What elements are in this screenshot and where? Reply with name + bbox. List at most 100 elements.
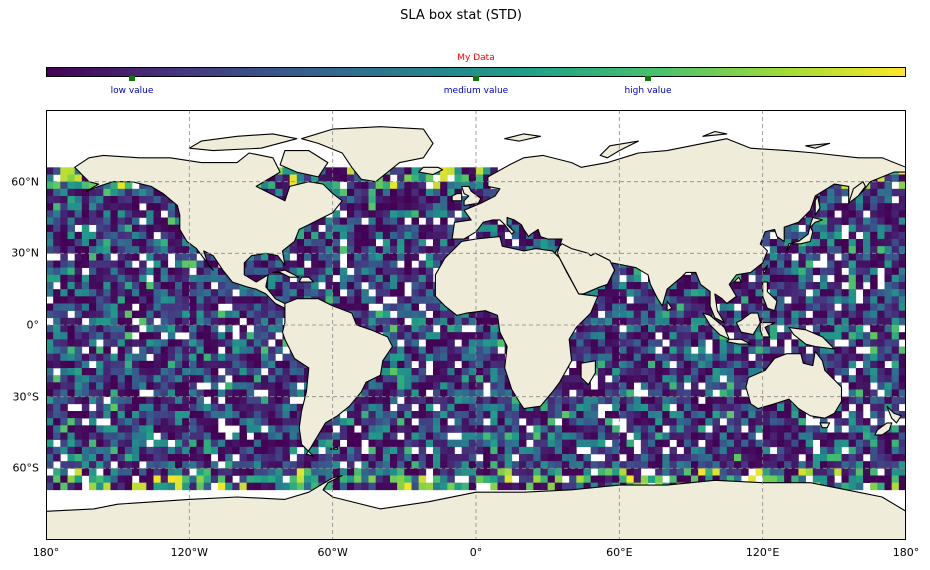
data-cell: [597, 446, 606, 455]
data-cell: [110, 282, 118, 290]
data-cell: [160, 282, 169, 290]
data-cell: [877, 310, 885, 319]
data-cell: [167, 461, 176, 469]
data-cell: [633, 310, 642, 319]
data-cell: [798, 461, 806, 469]
data-cell: [798, 317, 806, 326]
data-cell: [841, 210, 849, 218]
data-cell: [511, 446, 520, 455]
data-cell: [74, 468, 83, 476]
data-cell: [289, 403, 298, 412]
data-cell: [683, 346, 692, 354]
data-cell: [619, 267, 627, 276]
data-cell: [354, 253, 362, 261]
data-cell: [712, 446, 720, 455]
data-cell: [834, 231, 842, 240]
data-cell: [311, 246, 319, 254]
data-cell: [110, 339, 118, 347]
data-cell: [468, 346, 477, 354]
data-cell: [705, 360, 713, 369]
data-cell: [468, 368, 477, 376]
data-cell: [662, 332, 670, 340]
data-cell: [569, 432, 577, 440]
data-cell: [626, 310, 634, 319]
data-cell: [203, 289, 212, 297]
data-cell: [167, 403, 176, 412]
data-cell: [175, 353, 183, 362]
data-cell: [827, 468, 835, 476]
data-cell: [547, 418, 556, 426]
data-cell: [433, 368, 441, 376]
data-cell: [662, 382, 670, 390]
data-cell: [848, 224, 857, 233]
data-cell: [347, 217, 355, 225]
data-cell: [569, 375, 577, 383]
data-cell: [633, 461, 642, 469]
data-cell: [53, 310, 61, 319]
data-cell: [96, 454, 104, 462]
data-cell: [418, 203, 427, 211]
data-cell: [253, 432, 262, 440]
data-cell: [74, 360, 83, 369]
data-cell: [640, 346, 649, 354]
data-cell: [175, 411, 183, 419]
data-cell: [304, 253, 312, 261]
data-cell: [103, 282, 111, 290]
data-cell: [124, 368, 133, 376]
data-cell: [368, 482, 376, 491]
data-cell: [382, 375, 391, 383]
data-cell: [633, 282, 642, 290]
data-cell: [210, 289, 219, 297]
data-cell: [81, 253, 90, 261]
data-cell: [103, 454, 111, 462]
data-cell: [834, 368, 842, 376]
data-cell: [820, 231, 828, 240]
data-cell: [440, 454, 448, 462]
data-cell: [648, 396, 656, 405]
data-cell: [841, 317, 849, 326]
data-cell: [175, 274, 183, 283]
data-cell: [841, 368, 849, 376]
data-cell: [289, 482, 298, 491]
data-cell: [440, 174, 448, 182]
data-cell: [855, 461, 864, 469]
data-cell: [203, 418, 212, 426]
data-cell: [698, 389, 706, 397]
data-cell: [533, 439, 541, 448]
data-cell: [411, 274, 419, 283]
data-cell: [311, 267, 319, 276]
data-cell: [784, 411, 792, 419]
data-cell: [124, 210, 133, 218]
data-cell: [870, 346, 878, 354]
data-cell: [196, 468, 204, 476]
data-cell: [476, 411, 484, 419]
data-cell: [884, 203, 892, 211]
data-cell: [60, 274, 68, 283]
data-cell: [834, 260, 842, 268]
data-cell: [425, 396, 434, 405]
data-cell: [182, 439, 190, 448]
data-cell: [225, 482, 233, 491]
data-cell: [576, 461, 584, 469]
data-cell: [863, 375, 871, 383]
data-cell: [89, 346, 97, 354]
data-cell: [74, 389, 83, 397]
data-cell: [898, 217, 906, 225]
data-cell: [53, 346, 61, 354]
data-cell: [425, 425, 434, 433]
data-cell: [404, 303, 412, 311]
data-cell: [820, 461, 828, 469]
data-cell: [397, 403, 405, 412]
data-cell: [461, 317, 470, 326]
data-cell: [411, 425, 419, 433]
data-cell: [461, 375, 470, 383]
data-cell: [877, 289, 885, 297]
data-cell: [769, 332, 778, 340]
data-cell: [53, 267, 61, 276]
data-cell: [784, 439, 792, 448]
data-cell: [870, 468, 878, 476]
data-cell: [440, 375, 448, 383]
data-cell: [117, 425, 126, 433]
data-cell: [461, 432, 470, 440]
data-cell: [433, 210, 441, 218]
